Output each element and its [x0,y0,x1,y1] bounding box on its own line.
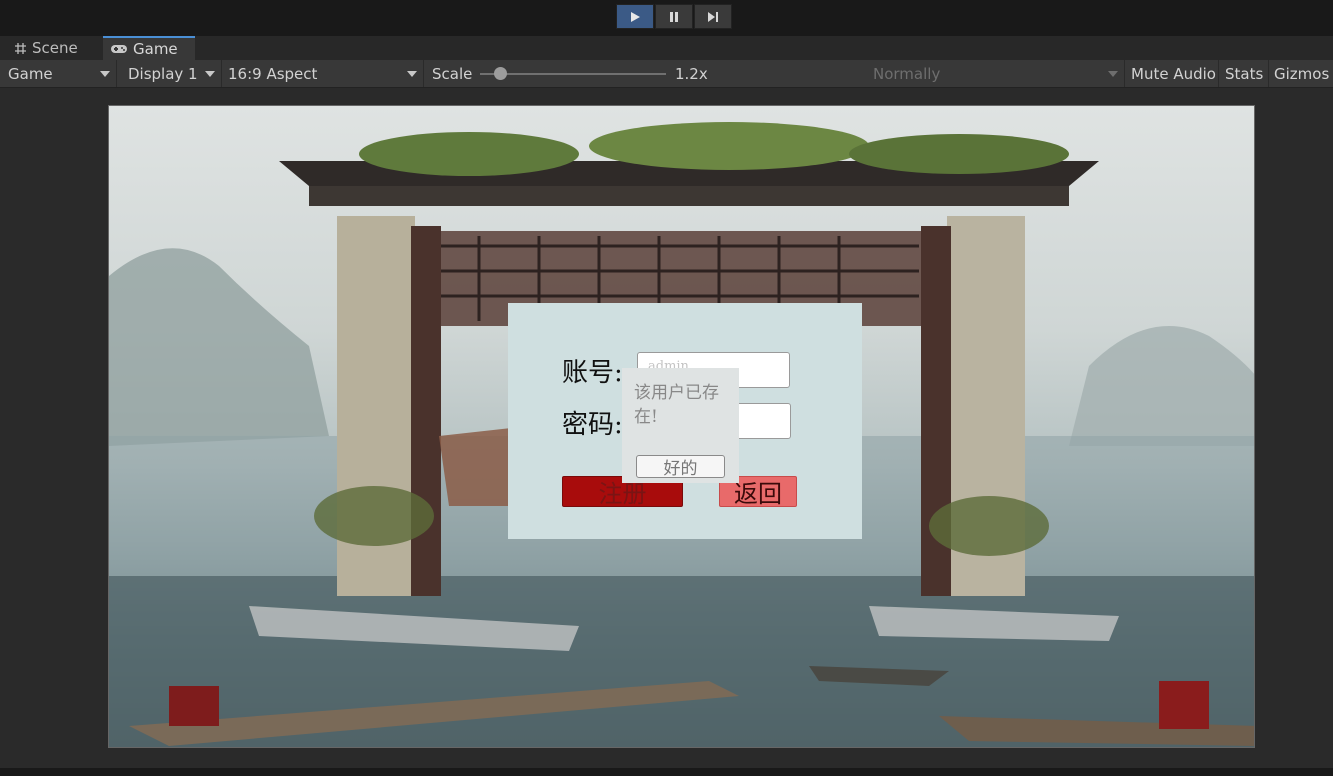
editor-tabs: Scene Game [0,36,1333,60]
scale-slider-track[interactable] [480,73,666,75]
alert-message: 该用户已存在! [634,383,719,427]
aspect-select[interactable]: 16:9 Aspect [223,60,424,87]
play-controls [616,4,733,29]
mute-audio-button[interactable]: Mute Audio [1126,60,1219,87]
display-select-value: Display 1 [128,64,198,83]
aspect-select-value: 16:9 Aspect [228,64,318,83]
chevron-down-icon [100,71,110,77]
play-icon [631,11,640,22]
play-mode-select[interactable]: Normally [867,60,1125,87]
chevron-down-icon [1108,71,1118,77]
password-label: 密码: [562,410,623,440]
play-toolbar [0,0,1333,36]
scale-slider-handle[interactable] [494,67,508,80]
tab-game-label: Game [133,40,178,58]
scale-value: 1.2x [675,64,708,83]
gamepad-icon [110,43,128,55]
pause-icon [670,11,678,22]
view-select-value: Game [8,64,53,83]
alert-popup: 该用户已存在! 好的 [622,368,739,483]
display-select[interactable]: Display 1 [118,60,222,87]
tab-game[interactable]: Game [103,36,195,60]
play-button[interactable] [616,4,654,29]
gizmos-button[interactable]: Gizmos [1270,60,1333,87]
play-mode-value: Normally [873,64,941,83]
step-button[interactable] [694,4,732,29]
tab-scene-label: Scene [32,39,78,57]
scale-label: Scale [432,64,473,83]
chevron-down-icon [205,71,215,77]
view-select[interactable]: Game [0,60,117,87]
status-strip [0,768,1333,776]
tab-scene[interactable]: Scene [6,36,102,60]
step-icon [708,11,718,22]
ok-button[interactable]: 好的 [636,455,725,479]
stats-button[interactable]: Stats [1220,60,1269,87]
chevron-down-icon [407,71,417,77]
pause-button[interactable] [655,4,693,29]
grid-icon [14,42,27,55]
game-view-toolbar: Game Display 1 16:9 Aspect Scale 1.2x No… [0,60,1333,88]
account-label: 账号: [562,358,623,388]
